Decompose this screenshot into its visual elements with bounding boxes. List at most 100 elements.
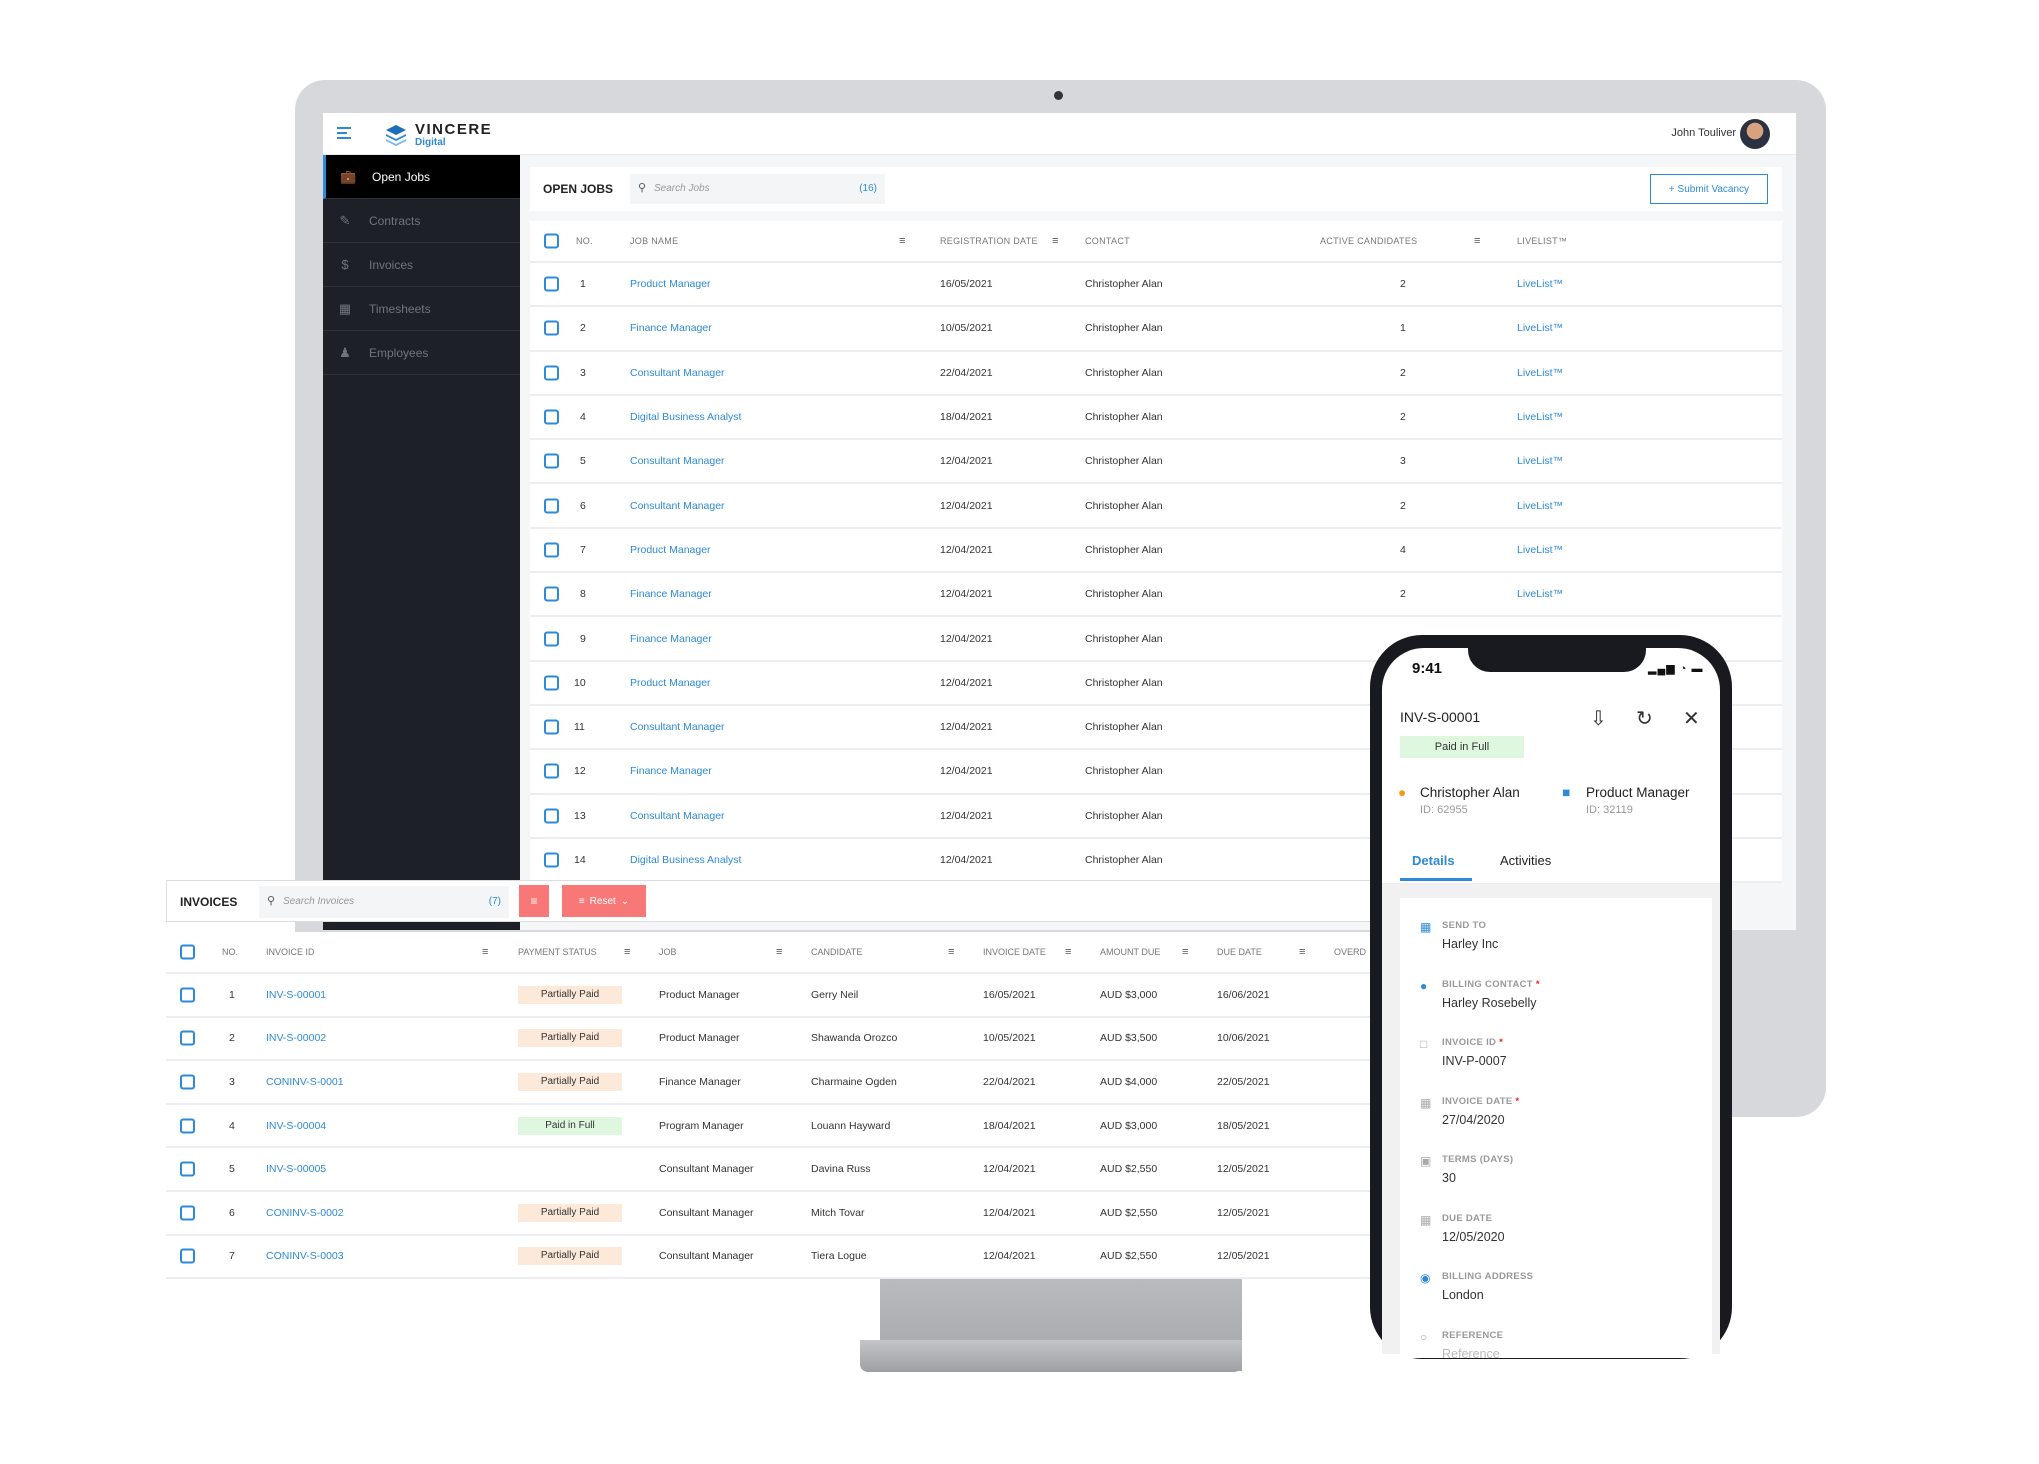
row-checkbox[interactable]: [544, 409, 559, 425]
field-value[interactable]: London: [1442, 1288, 1484, 1302]
invoices-search-input[interactable]: ⚲ Search Invoices (7): [259, 886, 509, 918]
row-checkbox[interactable]: [544, 498, 559, 514]
field-value[interactable]: INV-P-0007: [1442, 1054, 1507, 1068]
filter-icon[interactable]: ≡: [1474, 235, 1481, 247]
table-row[interactable]: 3 Consultant Manager 22/04/2021 Christop…: [530, 352, 1782, 396]
row-checkbox[interactable]: [544, 586, 559, 602]
row-checkbox[interactable]: [544, 320, 559, 336]
sidebar-item-contracts[interactable]: ✎ Contracts: [323, 199, 520, 243]
row-checkbox[interactable]: [544, 719, 559, 735]
job-name-link[interactable]: Digital Business Analyst: [630, 411, 741, 423]
table-row[interactable]: 3 CONINV-S-0001 Partially Paid Finance M…: [166, 1061, 1380, 1105]
download-icon[interactable]: ⇩: [1590, 706, 1607, 731]
table-row[interactable]: 2 INV-S-00002 Partially Paid Product Man…: [166, 1018, 1380, 1062]
table-row[interactable]: 8 Finance Manager 12/04/2021 Christopher…: [530, 573, 1782, 618]
refresh-icon[interactable]: ↻: [1636, 706, 1653, 731]
filter-icon[interactable]: ≡: [624, 946, 630, 958]
row-checkbox[interactable]: [544, 763, 559, 779]
livelist-link[interactable]: LiveList™: [1517, 367, 1563, 379]
table-row[interactable]: 2 Finance Manager 10/05/2021 Christopher…: [530, 307, 1782, 352]
filter-icon[interactable]: ≡: [776, 946, 782, 958]
invoice-id-link[interactable]: CONINV-S-0003: [266, 1250, 344, 1262]
job-name-link[interactable]: Product Manager: [630, 278, 711, 290]
row-checkbox[interactable]: [180, 1248, 195, 1264]
field-value[interactable]: Harley Inc: [1442, 937, 1498, 951]
row-checkbox[interactable]: [180, 1161, 195, 1177]
job-name-link[interactable]: Finance Manager: [630, 588, 712, 600]
job-name-link[interactable]: Product Manager: [630, 677, 711, 689]
livelist-link[interactable]: LiveList™: [1517, 278, 1563, 290]
job-name-link[interactable]: Consultant Manager: [630, 810, 725, 822]
filter-icon[interactable]: ≡: [1065, 946, 1071, 958]
filter-icon[interactable]: ≡: [1052, 235, 1059, 247]
livelist-link[interactable]: LiveList™: [1517, 544, 1563, 556]
job-name-link[interactable]: Consultant Manager: [630, 500, 725, 512]
table-row[interactable]: 6 CONINV-S-0002 Partially Paid Consultan…: [166, 1192, 1380, 1236]
row-checkbox[interactable]: [544, 631, 559, 647]
invoice-id-link[interactable]: INV-S-00004: [266, 1120, 326, 1132]
table-row[interactable]: 5 Consultant Manager 12/04/2021 Christop…: [530, 440, 1782, 485]
table-row[interactable]: 1 INV-S-00001 Partially Paid Product Man…: [166, 974, 1380, 1018]
job-name-link[interactable]: Finance Manager: [630, 765, 712, 777]
row-checkbox[interactable]: [180, 1030, 195, 1046]
job-name-link[interactable]: Finance Manager: [630, 633, 712, 645]
select-all-checkbox[interactable]: [544, 233, 559, 249]
table-row[interactable]: 7 CONINV-S-0003 Partially Paid Consultan…: [166, 1236, 1380, 1280]
table-row[interactable]: 1 Product Manager 16/05/2021 Christopher…: [530, 263, 1782, 308]
close-icon[interactable]: ✕: [1683, 706, 1700, 731]
table-row[interactable]: 6 Consultant Manager 12/04/2021 Christop…: [530, 484, 1782, 529]
field-value[interactable]: 30: [1442, 1171, 1456, 1185]
user-avatar[interactable]: [1740, 119, 1770, 149]
table-row[interactable]: 5 INV-S-00005 Consultant Manager Davina …: [166, 1148, 1380, 1192]
filter-icon[interactable]: ≡: [482, 946, 488, 958]
job-name-link[interactable]: Consultant Manager: [630, 721, 725, 733]
job-name-link[interactable]: Consultant Manager: [630, 367, 725, 379]
row-checkbox[interactable]: [544, 852, 559, 868]
row-checkbox[interactable]: [544, 542, 559, 558]
invoice-id-link[interactable]: INV-S-00005: [266, 1163, 326, 1175]
invoice-id-link[interactable]: INV-S-00002: [266, 1032, 326, 1044]
row-checkbox[interactable]: [544, 365, 559, 381]
field-value[interactable]: 12/05/2020: [1442, 1230, 1505, 1244]
row-checkbox[interactable]: [544, 453, 559, 469]
invoice-id-link[interactable]: CONINV-S-0001: [266, 1076, 344, 1088]
livelist-link[interactable]: LiveList™: [1517, 588, 1563, 600]
row-checkbox[interactable]: [180, 1205, 195, 1221]
filter-icon[interactable]: ≡: [899, 235, 906, 247]
invoice-id-link[interactable]: CONINV-S-0002: [266, 1207, 344, 1219]
row-checkbox[interactable]: [544, 808, 559, 824]
livelist-link[interactable]: LiveList™: [1517, 455, 1563, 467]
row-checkbox[interactable]: [544, 276, 559, 292]
field-value[interactable]: Harley Rosebelly: [1442, 996, 1536, 1010]
filter-icon[interactable]: ≡: [1299, 946, 1305, 958]
table-row[interactable]: 7 Product Manager 12/04/2021 Christopher…: [530, 529, 1782, 574]
row-checkbox[interactable]: [180, 1074, 195, 1090]
job-name-link[interactable]: Consultant Manager: [630, 455, 725, 467]
livelist-link[interactable]: LiveList™: [1517, 411, 1563, 423]
submit-vacancy-button[interactable]: + Submit Vacancy: [1650, 174, 1768, 204]
field-value[interactable]: 27/04/2020: [1442, 1113, 1505, 1127]
job-name-link[interactable]: Digital Business Analyst: [630, 854, 741, 866]
sidebar-item-invoices[interactable]: $ Invoices: [323, 243, 520, 287]
hamburger-menu-icon[interactable]: [337, 127, 351, 139]
table-row[interactable]: 4 INV-S-00004 Paid in Full Program Manag…: [166, 1105, 1380, 1149]
reset-button[interactable]: ≡ Reset ⌄: [562, 885, 646, 917]
filter-button[interactable]: ≡: [519, 885, 549, 917]
invoice-id-link[interactable]: INV-S-00001: [266, 989, 326, 1001]
livelist-link[interactable]: LiveList™: [1517, 500, 1563, 512]
row-checkbox[interactable]: [180, 1118, 195, 1134]
job-name-link[interactable]: Product Manager: [630, 544, 711, 556]
row-checkbox[interactable]: [544, 675, 559, 691]
sidebar-item-open-jobs[interactable]: 💼 Open Jobs: [323, 155, 520, 199]
user-name[interactable]: John Touliver: [1671, 127, 1736, 139]
select-all-checkbox[interactable]: [180, 944, 195, 960]
row-checkbox[interactable]: [180, 987, 195, 1003]
table-row[interactable]: 4 Digital Business Analyst 18/04/2021 Ch…: [530, 396, 1782, 441]
job-name-link[interactable]: Finance Manager: [630, 322, 712, 334]
sidebar-item-employees[interactable]: ♟ Employees: [323, 331, 520, 375]
livelist-link[interactable]: LiveList™: [1517, 322, 1563, 334]
tab-activities[interactable]: Activities: [1500, 853, 1551, 868]
candidate-name[interactable]: Christopher Alan: [1420, 785, 1520, 800]
sidebar-item-timesheets[interactable]: ▦ Timesheets: [323, 287, 520, 331]
field-value[interactable]: Reference: [1442, 1347, 1500, 1361]
